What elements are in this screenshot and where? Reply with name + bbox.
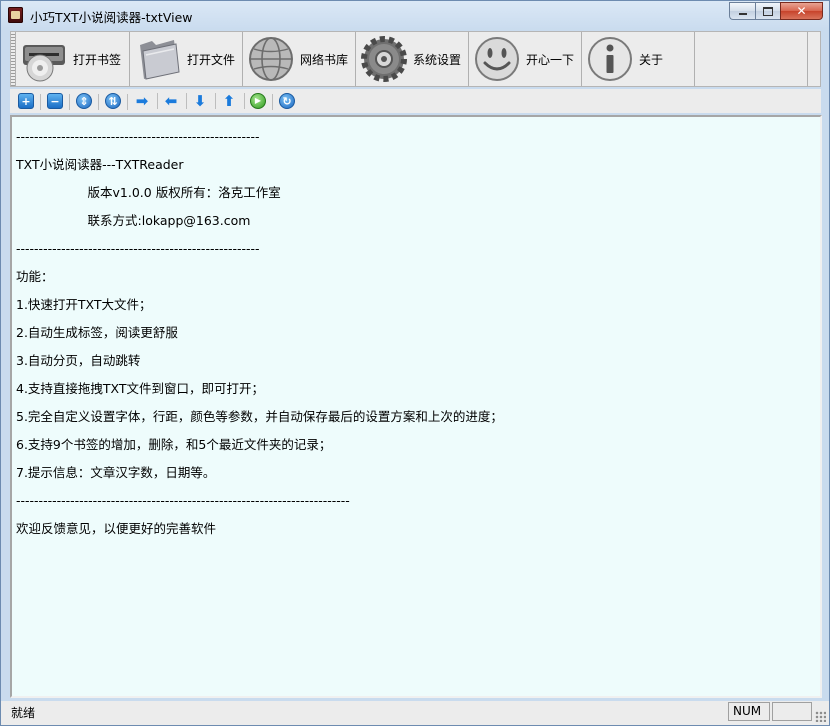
content-line: 6.支持9个书签的增加，删除，和5个最近文件夹的记录； <box>16 437 332 452</box>
content-line: ----------------------------------------… <box>16 241 260 256</box>
toolbar-item-label: 打开书签 <box>73 52 122 67</box>
toolbar-item-label: 开心一下 <box>526 52 575 67</box>
content-line: 4.支持直接拖拽TXT文件到窗口，即可打开； <box>16 381 265 396</box>
toolbar-item-label: 打开文件 <box>187 52 236 67</box>
status-pane <box>772 702 812 721</box>
window-title: 小巧TXT小说阅读器-txtView <box>30 10 193 25</box>
content-line: TXT小说阅读器---TXTReader <box>16 157 184 172</box>
fun-button[interactable]: 开心一下 <box>469 32 582 86</box>
status-text: 就绪 <box>11 706 36 720</box>
plus-icon[interactable]: + <box>18 93 41 110</box>
content-line: 3.自动分页，自动跳转 <box>16 353 141 368</box>
folder-icon <box>140 40 180 80</box>
expand-icon[interactable]: ⇕ <box>76 93 99 110</box>
num-lock-indicator: NUM <box>728 702 770 721</box>
smiley-icon <box>475 37 519 81</box>
cd-drive-icon <box>23 45 65 82</box>
minus-icon[interactable]: − <box>47 93 70 110</box>
text-content-area[interactable]: ----------------------------------------… <box>10 115 822 698</box>
close-icon: ✕ <box>796 4 807 18</box>
small-toolbar: + − ⇕ ⇅ ➡ ⬅ ⬇ ⬆ ▶ ↻ <box>10 89 821 113</box>
maximize-icon <box>763 6 773 16</box>
system-settings-button[interactable]: 系统设置 <box>356 32 469 86</box>
arrow-right-icon[interactable]: ➡ <box>134 93 158 109</box>
play-icon[interactable]: ▶ <box>250 93 273 110</box>
resize-grip[interactable] <box>815 711 826 722</box>
app-window: 小巧TXT小说阅读器-txtView ✕ 打开书签 打开文件 网络书库 系统设置… <box>0 0 830 726</box>
content-line: 1.快速打开TXT大文件； <box>16 297 152 312</box>
toolbar-item-label: 系统设置 <box>413 52 462 67</box>
content-line: ----------------------------------------… <box>16 129 260 144</box>
content-line: 7.提示信息：文章汉字数，日期等。 <box>16 465 216 480</box>
open-file-button[interactable]: 打开文件 <box>130 32 243 86</box>
arrow-down-icon[interactable]: ⬇ <box>192 93 216 109</box>
minimize-icon <box>738 12 747 15</box>
content-line: 版本v1.0.0 版权所有：洛克工作室 <box>16 185 281 200</box>
gear-icon <box>361 36 407 82</box>
main-toolbar: 打开书签 打开文件 网络书库 系统设置 开心一下 关于 <box>10 31 821 87</box>
globe-icon <box>249 37 293 81</box>
content-line: 2.自动生成标签，阅读更舒服 <box>16 325 178 340</box>
content-line: 功能： <box>16 269 54 284</box>
arrow-up-icon[interactable]: ⬆ <box>221 93 245 109</box>
title-bar[interactable]: 小巧TXT小说阅读器-txtView ✕ <box>1 1 829 29</box>
arrow-left-icon[interactable]: ⬅ <box>163 93 187 109</box>
toolbar-empty-slot <box>695 32 808 86</box>
close-button[interactable]: ✕ <box>780 2 823 20</box>
status-bar: 就绪 NUM <box>1 701 829 725</box>
toolbar-item-label: 关于 <box>639 52 664 67</box>
content-line: 5.完全自定义设置字体，行距，颜色等参数，并自动保存最后的设置方案和上次的进度； <box>16 409 503 424</box>
online-library-button[interactable]: 网络书库 <box>243 32 356 86</box>
info-icon <box>588 37 632 81</box>
refresh-icon[interactable]: ↻ <box>279 93 295 109</box>
caption-buttons: ✕ <box>729 2 823 21</box>
app-book-icon[interactable] <box>8 7 23 23</box>
content-line: 欢迎反馈意见，以便更好的完善软件 <box>16 521 217 536</box>
collapse-icon[interactable]: ⇅ <box>105 93 128 110</box>
toolbar-item-label: 网络书库 <box>300 52 349 67</box>
about-button[interactable]: 关于 <box>582 32 695 86</box>
content-line: ----------------------------------------… <box>16 493 350 508</box>
minimize-button[interactable] <box>729 2 755 20</box>
open-bookmark-button[interactable]: 打开书签 <box>16 32 130 86</box>
maximize-button[interactable] <box>755 2 780 20</box>
content-line: 联系方式:lokapp@163.com <box>16 213 251 228</box>
